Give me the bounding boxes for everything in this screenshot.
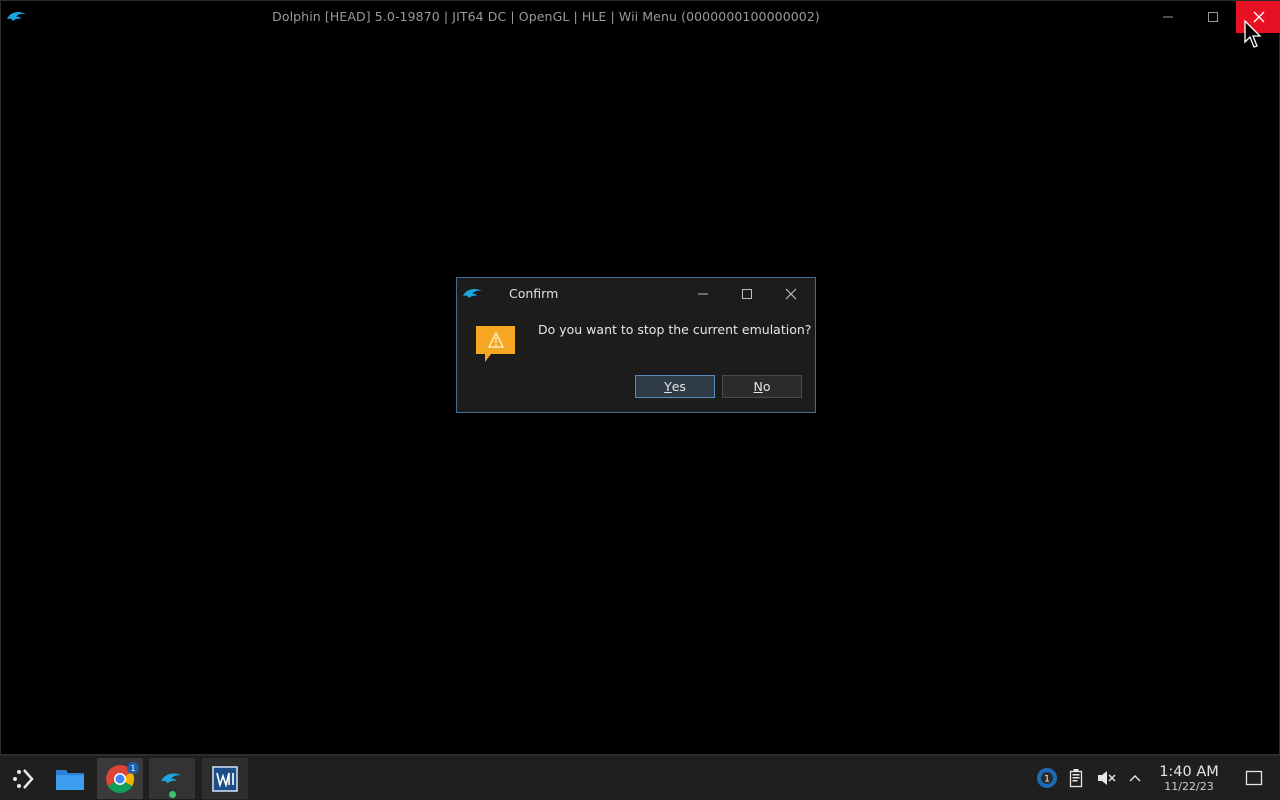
no-button-mnemonic: N [753,379,763,394]
notification-center-button[interactable] [1242,766,1266,790]
mouse-cursor-icon [1244,20,1262,48]
dialog-close-button[interactable] [771,281,811,307]
clock-date: 11/22/23 [1164,780,1214,793]
maximize-icon [1207,12,1218,22]
taskbar: 1 1 1:40 AM 11/22/23 [0,755,1280,800]
dialog-minimize-button[interactable] [683,281,723,307]
muted-speaker-icon [1098,771,1116,785]
running-indicator [169,791,176,798]
main-titlebar[interactable]: Dolphin [HEAD] 5.0-19870 | JIT64 DC | Op… [1,1,1280,33]
dolphin-icon [161,772,182,783]
tray-volume[interactable] [1096,766,1116,790]
dolphin-icon [463,288,482,298]
battery-icon [1069,769,1083,788]
taskbar-chrome[interactable]: 1 [97,758,143,799]
dialog-titlebar[interactable]: Confirm [457,278,815,310]
maximize-icon [742,289,752,299]
dialog-maximize-button[interactable] [727,281,767,307]
minimize-button[interactable] [1145,1,1190,33]
minimize-icon [1162,16,1173,18]
no-button[interactable]: No [722,375,802,398]
dialog-title: Confirm [509,286,559,301]
dialog-message: Do you want to stop the current emulatio… [538,322,812,337]
taskbar-clock[interactable]: 1:40 AM 11/22/23 [1150,764,1228,794]
chrome-badge: 1 [127,762,139,774]
yes-button-label: es [671,379,686,394]
steam-badge-text: 1 [1044,775,1050,785]
no-button-label: o [762,379,771,394]
steam-icon: 1 [1037,768,1057,788]
clock-time: 1:40 AM [1159,764,1219,780]
taskbar-files[interactable] [47,758,93,799]
tray-overflow-button[interactable] [1126,766,1144,790]
start-icon [13,768,34,789]
yes-button-mnemonic: Y [664,379,672,394]
window-title: Dolphin [HEAD] 5.0-19870 | JIT64 DC | Op… [272,9,820,24]
taskbar-dolphin[interactable] [149,758,195,799]
chevron-up-icon [1129,775,1141,782]
start-button[interactable] [0,758,46,799]
tray-battery[interactable] [1066,766,1086,790]
confirm-dialog: Confirm Do you want to stop the current … [456,277,816,413]
notification-icon [1245,770,1263,786]
tray-steam[interactable]: 1 [1036,766,1058,790]
wm-icon [212,765,238,792]
minimize-icon [698,293,708,295]
warning-icon [476,326,515,362]
maximize-button[interactable] [1190,1,1235,33]
close-icon [785,288,797,300]
taskbar-wm-app[interactable] [202,758,248,799]
folder-icon [56,769,84,790]
yes-button[interactable]: Yes [635,375,715,398]
